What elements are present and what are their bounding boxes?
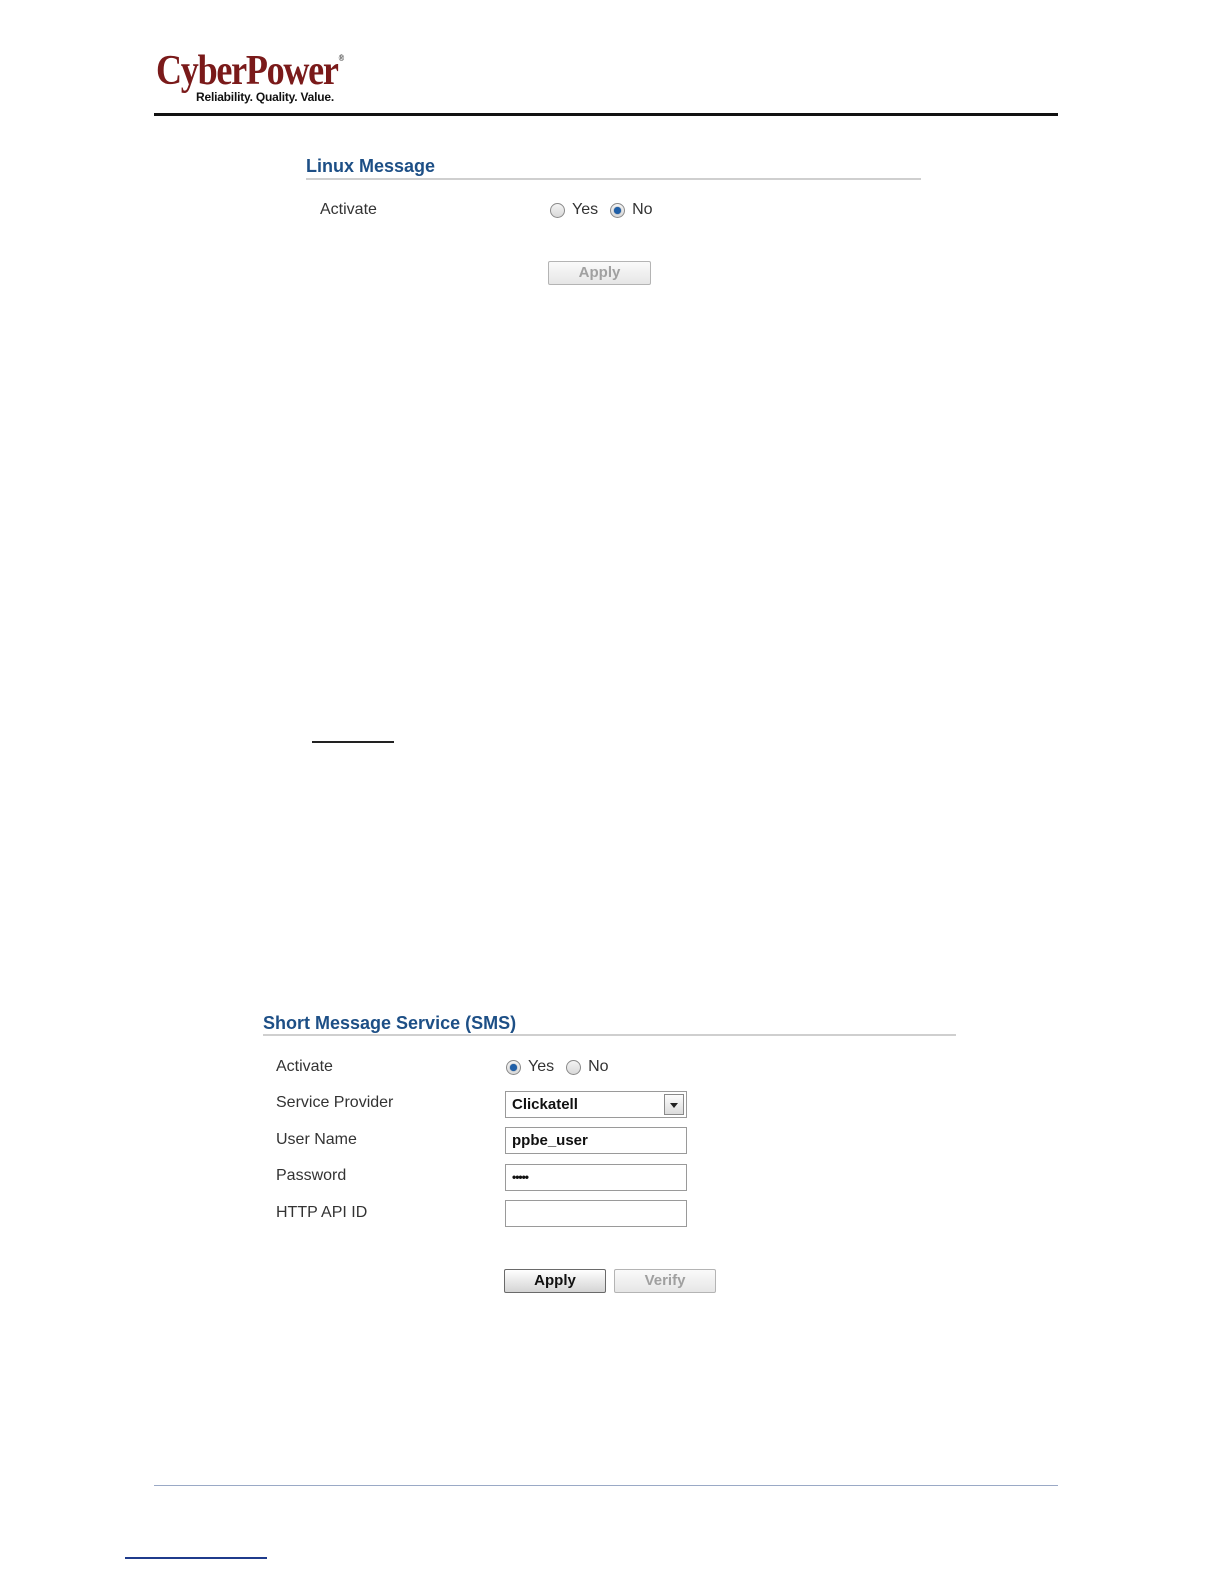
sms-apply-button[interactable]: Apply [504,1269,606,1293]
sms-activate-no-label: No [588,1058,609,1075]
user-name-input[interactable]: ppbe_user [505,1127,687,1154]
user-name-label: User Name [276,1131,357,1148]
password-label: Password [276,1167,347,1184]
header-divider [154,113,1058,116]
sms-activate-yes-radio[interactable] [506,1059,521,1075]
footer-divider [154,1485,1058,1486]
service-provider-select[interactable]: Clickatell [505,1091,687,1118]
linux-activate-radio-group: Yes No [550,201,665,219]
linux-activate-no-label: No [632,201,653,218]
footer-link-underline [125,1557,267,1559]
sms-activate-yes-label: Yes [528,1058,555,1075]
underline-mark [312,741,394,743]
linux-activate-label: Activate [320,201,377,218]
sms-activate-no-radio[interactable] [566,1059,582,1075]
linux-title-divider [306,178,921,180]
password-input[interactable]: ••••• [505,1164,687,1191]
logo-text: CyberPower [156,48,339,94]
chevron-down-icon[interactable] [664,1094,684,1115]
linux-activate-yes-radio[interactable] [550,202,565,218]
linux-apply-button[interactable]: Apply [548,261,651,285]
linux-activate-no-radio[interactable] [610,202,626,218]
http-api-id-label: HTTP API ID [276,1204,368,1221]
service-provider-label: Service Provider [276,1094,394,1111]
service-provider-value: Clickatell [512,1096,578,1113]
cyberpower-logo: CyberPower® [156,48,345,94]
sms-verify-button[interactable]: Verify [614,1269,716,1293]
registered-mark: ® [338,53,345,63]
sms-title-divider [263,1034,956,1036]
sms-activate-label: Activate [276,1058,333,1075]
sms-title: Short Message Service (SMS) [263,1013,517,1033]
linux-message-title: Linux Message [306,156,436,176]
sms-activate-radio-group: Yes No [506,1058,621,1076]
http-api-id-input[interactable] [505,1200,687,1227]
logo-tagline: Reliability. Quality. Value. [196,90,335,104]
linux-activate-yes-label: Yes [572,201,599,218]
